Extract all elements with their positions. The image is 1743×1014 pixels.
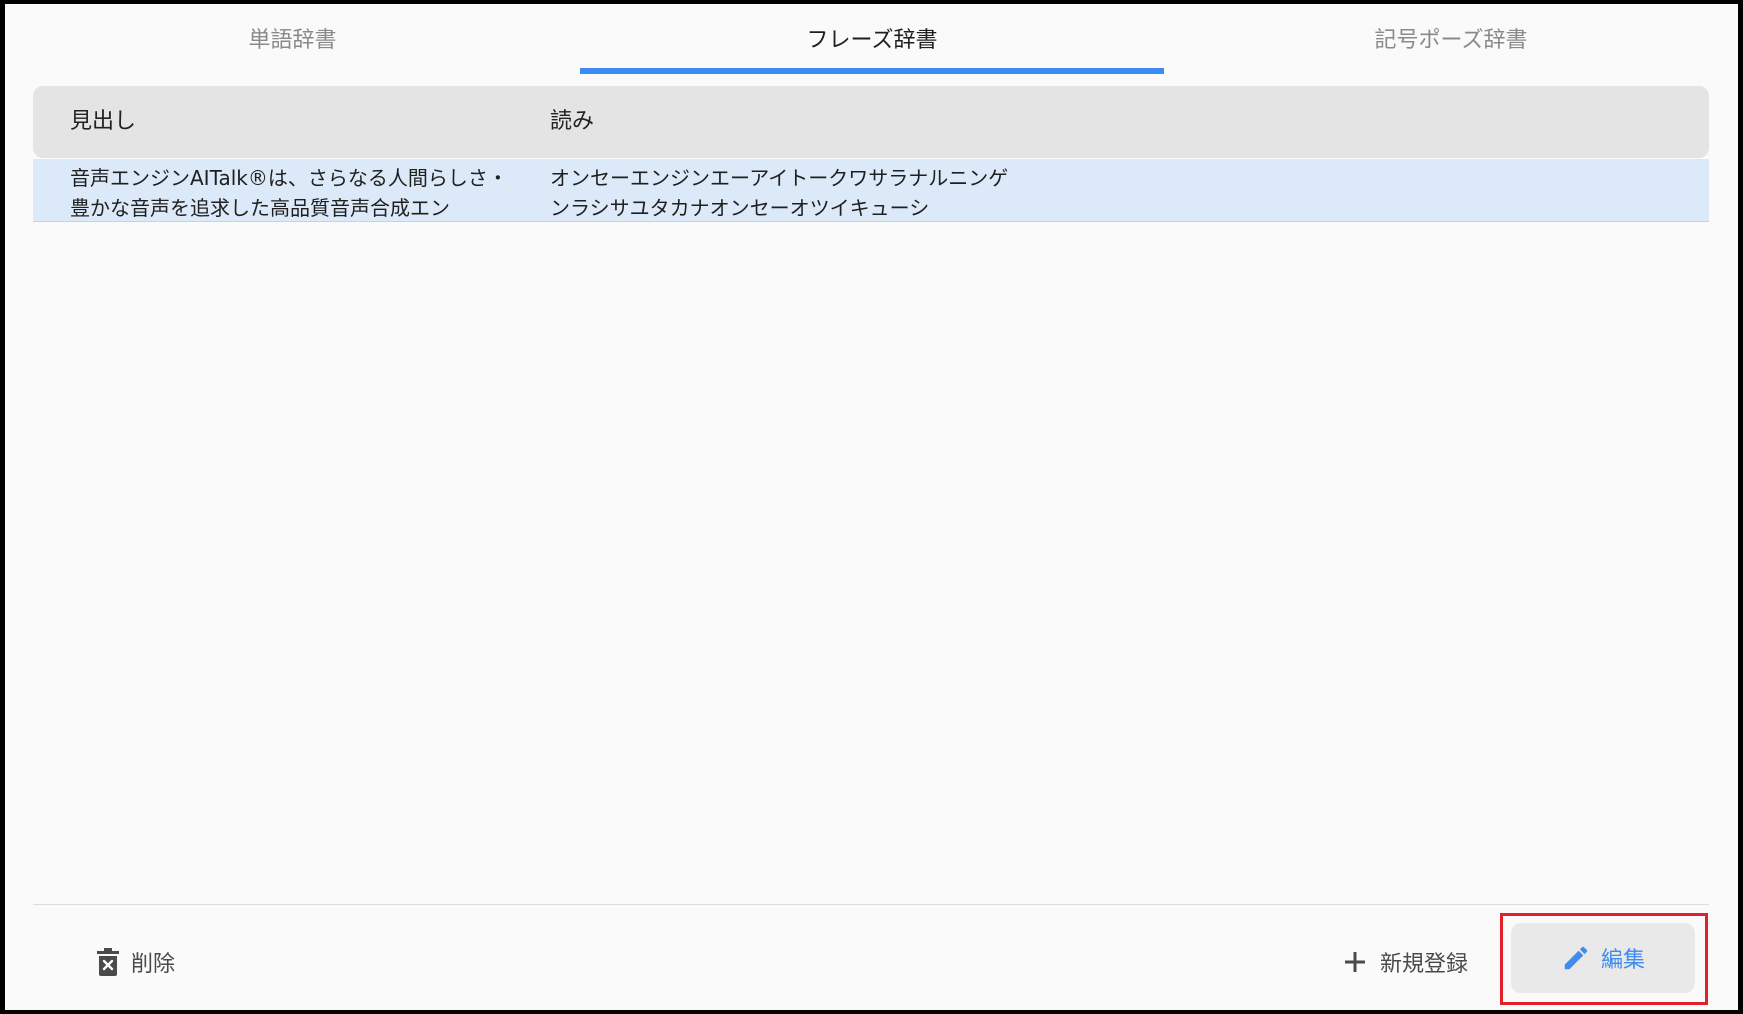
tab-symbol-pause-dictionary[interactable]: 記号ポーズ辞書 [1164, 4, 1738, 76]
delete-label: 削除 [131, 952, 176, 977]
new-entry-label: 新規登録 [1380, 952, 1469, 977]
column-header-reading: 読み [550, 109, 595, 134]
tab-word-dictionary[interactable]: 単語辞書 [5, 4, 580, 76]
column-header-heading: 見出し [70, 109, 137, 134]
edit-label: 編集 [1600, 948, 1645, 973]
trash-icon [97, 948, 119, 976]
active-tab-indicator [580, 68, 1164, 74]
dictionary-window: 単語辞書 フレーズ辞書 記号ポーズ辞書 見出し 読み 音声エンジンAITalk®… [5, 4, 1738, 1010]
table-row[interactable]: 音声エンジンAITalk®は、さらなる人間らしさ・豊かな音声を追求した高品質音声… [33, 159, 1709, 222]
cell-heading: 音声エンジンAITalk®は、さらなる人間らしさ・豊かな音声を追求した高品質音声… [70, 166, 508, 220]
cell-reading: オンセーエンジンエーアイトークワサラナルニンゲンラシサユタカナオンセーオツイキュ… [550, 166, 1009, 220]
tab-bar: 単語辞書 フレーズ辞書 記号ポーズ辞書 [5, 4, 1738, 76]
footer-divider [33, 904, 1709, 905]
table-header: 見出し 読み [33, 86, 1709, 158]
delete-button[interactable]: 削除 [97, 939, 175, 985]
tab-phrase-dictionary[interactable]: フレーズ辞書 [580, 4, 1164, 76]
pencil-icon [1561, 943, 1591, 973]
plus-icon [1344, 951, 1366, 973]
edit-button[interactable]: 編集 [1511, 923, 1695, 993]
new-entry-button[interactable]: 新規登録 [1344, 939, 1468, 985]
